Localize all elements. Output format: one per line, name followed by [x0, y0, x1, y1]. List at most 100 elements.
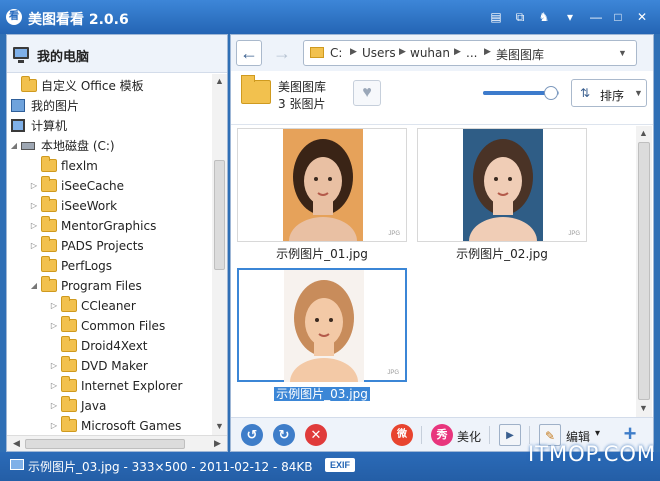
rotate-right-button[interactable]: ↻	[273, 424, 295, 446]
thumbnail-caption[interactable]: 示例图片_01.jpg	[237, 245, 407, 262]
minimize-button[interactable]: —	[588, 10, 604, 24]
thumbnail[interactable]: JPG	[237, 268, 407, 382]
collapsed-arrow-icon[interactable]: ▷	[29, 216, 39, 236]
weibo-share-button[interactable]: 微	[391, 424, 413, 446]
file-type-badge: JPG	[388, 231, 400, 237]
favorite-button[interactable]: ♥	[353, 80, 381, 106]
scroll-down-arrow-icon[interactable]: ▼	[212, 419, 227, 434]
close-button[interactable]: ✕	[634, 10, 650, 24]
collapsed-arrow-icon[interactable]: ▷	[29, 236, 39, 256]
tree-item-label: Common Files	[81, 319, 166, 333]
tree-item-label: MentorGraphics	[61, 219, 157, 233]
image-file-icon	[10, 459, 24, 470]
feedback-icon[interactable]: ▤	[488, 10, 504, 24]
collapsed-arrow-icon[interactable]: ▷	[49, 416, 59, 435]
collapsed-arrow-icon[interactable]: ▷	[49, 296, 59, 316]
shirt-icon[interactable]: ♞	[536, 10, 552, 24]
breadcrumb-users[interactable]: Users	[362, 46, 396, 60]
sort-caret-icon: ▼	[634, 88, 643, 98]
slider-fill	[483, 91, 552, 95]
breadcrumb-ellipsis[interactable]: ...	[466, 46, 477, 60]
folder-icon	[61, 296, 77, 312]
sort-button[interactable]: ⇅ 排序 ▼	[571, 79, 647, 107]
tree-item[interactable]: ▷ Internet Explorer	[7, 376, 211, 396]
breadcrumb-separator-icon[interactable]: ▶	[350, 46, 357, 57]
thumbnail[interactable]: JPG	[417, 128, 587, 242]
rotate-left-button[interactable]: ↺	[241, 424, 263, 446]
slider-knob[interactable]	[544, 86, 559, 100]
breadcrumb-separator-icon[interactable]: ▶	[484, 46, 491, 57]
hscroll-thumb[interactable]	[25, 439, 185, 449]
menu-button[interactable]: ▾	[562, 10, 578, 24]
tree-item[interactable]: 计算机	[7, 116, 211, 136]
tree-item[interactable]: ▷ MentorGraphics	[7, 216, 211, 236]
address-bar[interactable]: C: ▶ Users ▶ wuhan ▶ ... ▶ 美图图库 ▼	[303, 40, 637, 66]
collapsed-arrow-icon[interactable]: ▷	[29, 176, 39, 196]
folder-info-bar: 美图图库 3 张图片 ♥ ⇅ 排序 ▼	[231, 71, 653, 125]
tree-item[interactable]: Droid4Xext	[7, 336, 211, 356]
collapsed-arrow-icon[interactable]: ▷	[49, 396, 59, 416]
breadcrumb-drive[interactable]: C:	[330, 46, 342, 60]
expanded-arrow-icon[interactable]: ◢	[29, 276, 39, 296]
breadcrumb-separator-icon[interactable]: ▶	[454, 46, 461, 57]
breadcrumb-current[interactable]: 美图图库	[496, 46, 544, 63]
tree-item-label: Internet Explorer	[81, 379, 183, 393]
gallery-vertical-scrollbar[interactable]: ▲ ▼	[636, 126, 652, 417]
tree-item-label: Droid4Xext	[81, 339, 148, 353]
sidebar-header[interactable]: 我的电脑	[7, 35, 227, 73]
back-button[interactable]: ←	[236, 40, 262, 66]
tree-item[interactable]: ▷ PADS Projects	[7, 236, 211, 256]
tree-item[interactable]: 我的图片	[7, 96, 211, 116]
collapsed-arrow-icon[interactable]: ▷	[49, 316, 59, 336]
tree-item[interactable]: ◢ Program Files	[7, 276, 211, 296]
tree-vertical-scrollbar[interactable]: ▲ ▼	[212, 74, 227, 435]
folder-icon	[61, 416, 77, 432]
tree-item[interactable]: PerfLogs	[7, 256, 211, 276]
folder-tree: 自定义 Office 模板 我的图片 计算机 ◢ 本地磁盘 (C:) flexlm ▷ iSe…	[7, 74, 211, 435]
tree-item[interactable]: ◢ 本地磁盘 (C:)	[7, 136, 211, 156]
scroll-thumb[interactable]	[214, 160, 225, 270]
tree-item[interactable]: ▷ iSeeCache	[7, 176, 211, 196]
tree-item[interactable]: ▷ iSeeWork	[7, 196, 211, 216]
thumbnail-caption[interactable]: 示例图片_02.jpg	[417, 245, 587, 262]
skin-icon[interactable]: ⧉	[512, 10, 528, 24]
collapsed-arrow-icon[interactable]: ▷	[49, 376, 59, 396]
toolbar-divider	[489, 426, 490, 444]
tree-item[interactable]: ▷ DVD Maker	[7, 356, 211, 376]
exif-button[interactable]: EXIF	[325, 458, 355, 472]
browser-panel: ← → C: ▶ Users ▶ wuhan ▶ ... ▶ 美图图库 ▼ 美图…	[230, 34, 654, 452]
thumbnail-caption[interactable]: 示例图片_03.jpg	[237, 385, 407, 402]
tree-item[interactable]: flexlm	[7, 156, 211, 176]
collapsed-arrow-icon[interactable]: ▷	[49, 356, 59, 376]
breadcrumb-separator-icon[interactable]: ▶	[399, 46, 406, 57]
folder-tree-panel: 我的电脑 自定义 Office 模板 我的图片 计算机 ◢ 本地磁盘 (C:) flexl…	[6, 34, 228, 452]
scroll-left-arrow-icon[interactable]: ◀	[9, 436, 24, 451]
beautify-button[interactable]: 美化	[457, 428, 481, 445]
tree-item[interactable]: ▷ CCleaner	[7, 296, 211, 316]
delete-button[interactable]: ✕	[305, 424, 327, 446]
photo-thumbnail-image	[284, 270, 364, 382]
tree-horizontal-scrollbar[interactable]: ◀ ▶	[7, 435, 227, 451]
collapsed-arrow-icon[interactable]: ▷	[29, 196, 39, 216]
folder-icon	[41, 216, 57, 232]
scroll-thumb[interactable]	[638, 142, 650, 400]
tree-item[interactable]: ▷ Java	[7, 396, 211, 416]
slideshow-button[interactable]: ▶	[499, 424, 521, 446]
image-count: 3 张图片	[278, 97, 326, 111]
tree-item[interactable]: ▷ Microsoft Games	[7, 416, 211, 435]
scroll-down-arrow-icon[interactable]: ▼	[636, 401, 651, 416]
address-dropdown-icon[interactable]: ▼	[618, 48, 627, 58]
breadcrumb-user[interactable]: wuhan	[410, 46, 450, 60]
meitu-xiu-icon[interactable]: 秀	[431, 424, 453, 446]
edit-caret-icon[interactable]: ▾	[595, 428, 600, 439]
scroll-up-arrow-icon[interactable]: ▲	[636, 126, 651, 141]
scroll-up-arrow-icon[interactable]: ▲	[212, 74, 227, 89]
tree-item[interactable]: 自定义 Office 模板	[7, 76, 211, 96]
maximize-button[interactable]: □	[610, 10, 626, 24]
folder-icon	[41, 176, 57, 192]
thumbnail[interactable]: JPG	[237, 128, 407, 242]
forward-button[interactable]: →	[269, 40, 295, 66]
expanded-arrow-icon[interactable]: ◢	[9, 136, 19, 156]
tree-item[interactable]: ▷ Common Files	[7, 316, 211, 336]
scroll-right-arrow-icon[interactable]: ▶	[210, 436, 225, 451]
